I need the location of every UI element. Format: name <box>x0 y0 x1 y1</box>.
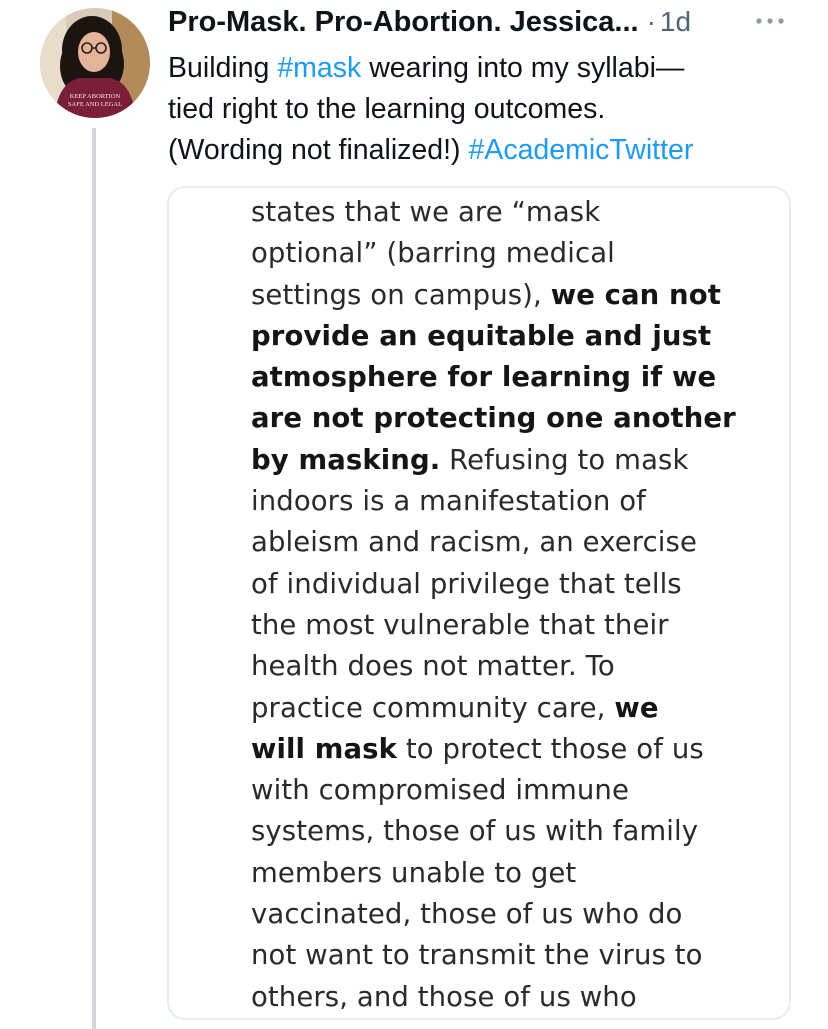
syllabus-text-segment: members unable to get <box>251 856 577 889</box>
syllabus-text-segment: ableism and racism, an exercise <box>251 526 697 559</box>
syllabus-text-segment: not want to transmit the virus to <box>251 939 703 972</box>
syllabus-bold-text: we can not <box>550 278 721 311</box>
thread-line <box>92 128 96 1029</box>
syllabus-line: indoors is a manifestation of <box>251 481 771 522</box>
tweet-header: Pro-Mask. Pro-Abortion. Jessica... · 1d <box>168 4 788 40</box>
syllabus-text-segment: indoors is a manifestation of <box>251 485 646 518</box>
syllabus-line: others, and those of us who <box>251 977 771 1018</box>
syllabus-line: practice community care, we <box>251 688 771 729</box>
syllabus-line: will mask to protect those of us <box>251 729 771 770</box>
tweet-text-part: tied right to the learning outcomes. <box>168 93 606 125</box>
syllabus-line: health does not matter. To <box>251 646 771 687</box>
tweet: KEEP ABORTION SAFE AND LEGAL Pro-Mask. P… <box>0 0 828 1029</box>
syllabus-line: not want to transmit the virus to <box>251 935 771 976</box>
syllabus-bold-text: provide an equitable and just <box>251 319 712 352</box>
syllabus-line: states that we are “mask <box>251 192 771 233</box>
attached-image[interactable]: states that we are “mask optional” (barri… <box>167 186 791 1020</box>
syllabus-line: members unable to get <box>251 853 771 894</box>
syllabus-line: settings on campus), we can not <box>251 275 771 316</box>
syllabus-line: atmosphere for learning if we <box>251 357 771 398</box>
syllabus-text-segment: to protect those of us <box>397 732 704 765</box>
tweet-text-part: (Wording not finalized!) <box>168 134 469 166</box>
syllabus-line: optional” (barring medical <box>251 233 771 274</box>
hashtag-mask-link[interactable]: #mask <box>277 52 361 84</box>
syllabus-text-segment: health does not matter. To <box>251 650 615 683</box>
syllabus-excerpt: states that we are “mask optional” (barri… <box>251 192 771 1018</box>
syllabus-line: systems, those of us with family <box>251 811 771 852</box>
syllabus-bold-text: atmosphere for learning if we <box>251 361 717 394</box>
display-name[interactable]: Pro-Mask. Pro-Abortion. Jessica... <box>168 6 639 39</box>
syllabus-line: are not protecting one another <box>251 398 771 439</box>
syllabus-bold-text: by masking. <box>251 443 441 476</box>
syllabus-bold-text: are not protecting one another <box>251 402 736 435</box>
syllabus-text-segment: settings on campus), <box>251 278 551 311</box>
syllabus-text-segment: the most vulnerable that their <box>251 608 669 641</box>
hashtag-academictwitter-link[interactable]: #AcademicTwitter <box>468 134 693 166</box>
syllabus-bold-text: we <box>614 691 659 724</box>
syllabus-text-segment: with compromised immune <box>251 774 629 807</box>
syllabus-line: by masking. Refusing to mask <box>251 440 771 481</box>
syllabus-line: ableism and racism, an exercise <box>251 522 771 563</box>
syllabus-line: provide an equitable and just <box>251 316 771 357</box>
avatar-image: KEEP ABORTION SAFE AND LEGAL <box>40 8 150 118</box>
tweet-text: Building #mask wearing into my syllabi— … <box>168 48 798 171</box>
syllabus-text-segment: optional” (barring medical <box>251 237 615 270</box>
syllabus-text-segment: systems, those of us with family <box>251 815 699 848</box>
separator-dot: · <box>646 6 656 37</box>
syllabus-line: of individual privilege that tells <box>251 564 771 605</box>
syllabus-bold-text: will mask <box>251 732 398 765</box>
syllabus-text-segment: practice community care, <box>251 691 615 724</box>
syllabus-line: vaccinated, those of us who do <box>251 894 771 935</box>
more-options-icon[interactable] <box>752 6 788 36</box>
tweet-text-part: wearing into my syllabi— <box>361 52 685 84</box>
syllabus-text-segment: others, and those of us who <box>251 980 637 1013</box>
avatar-shirt-line2: SAFE AND LEGAL <box>68 101 122 108</box>
tweet-text-part: Building <box>168 52 278 84</box>
syllabus-line: the most vulnerable that their <box>251 605 771 646</box>
avatar-shirt-line1: KEEP ABORTION <box>70 93 121 100</box>
timestamp[interactable]: 1d <box>660 6 691 38</box>
syllabus-text-segment: of individual privilege that tells <box>251 567 682 600</box>
syllabus-text-segment: vaccinated, those of us who do <box>251 898 683 931</box>
syllabus-text-segment: states that we are “mask <box>251 196 601 228</box>
syllabus-text-segment: Refusing to mask <box>440 443 689 476</box>
syllabus-line: with compromised immune <box>251 770 771 811</box>
avatar[interactable]: KEEP ABORTION SAFE AND LEGAL <box>40 8 150 118</box>
